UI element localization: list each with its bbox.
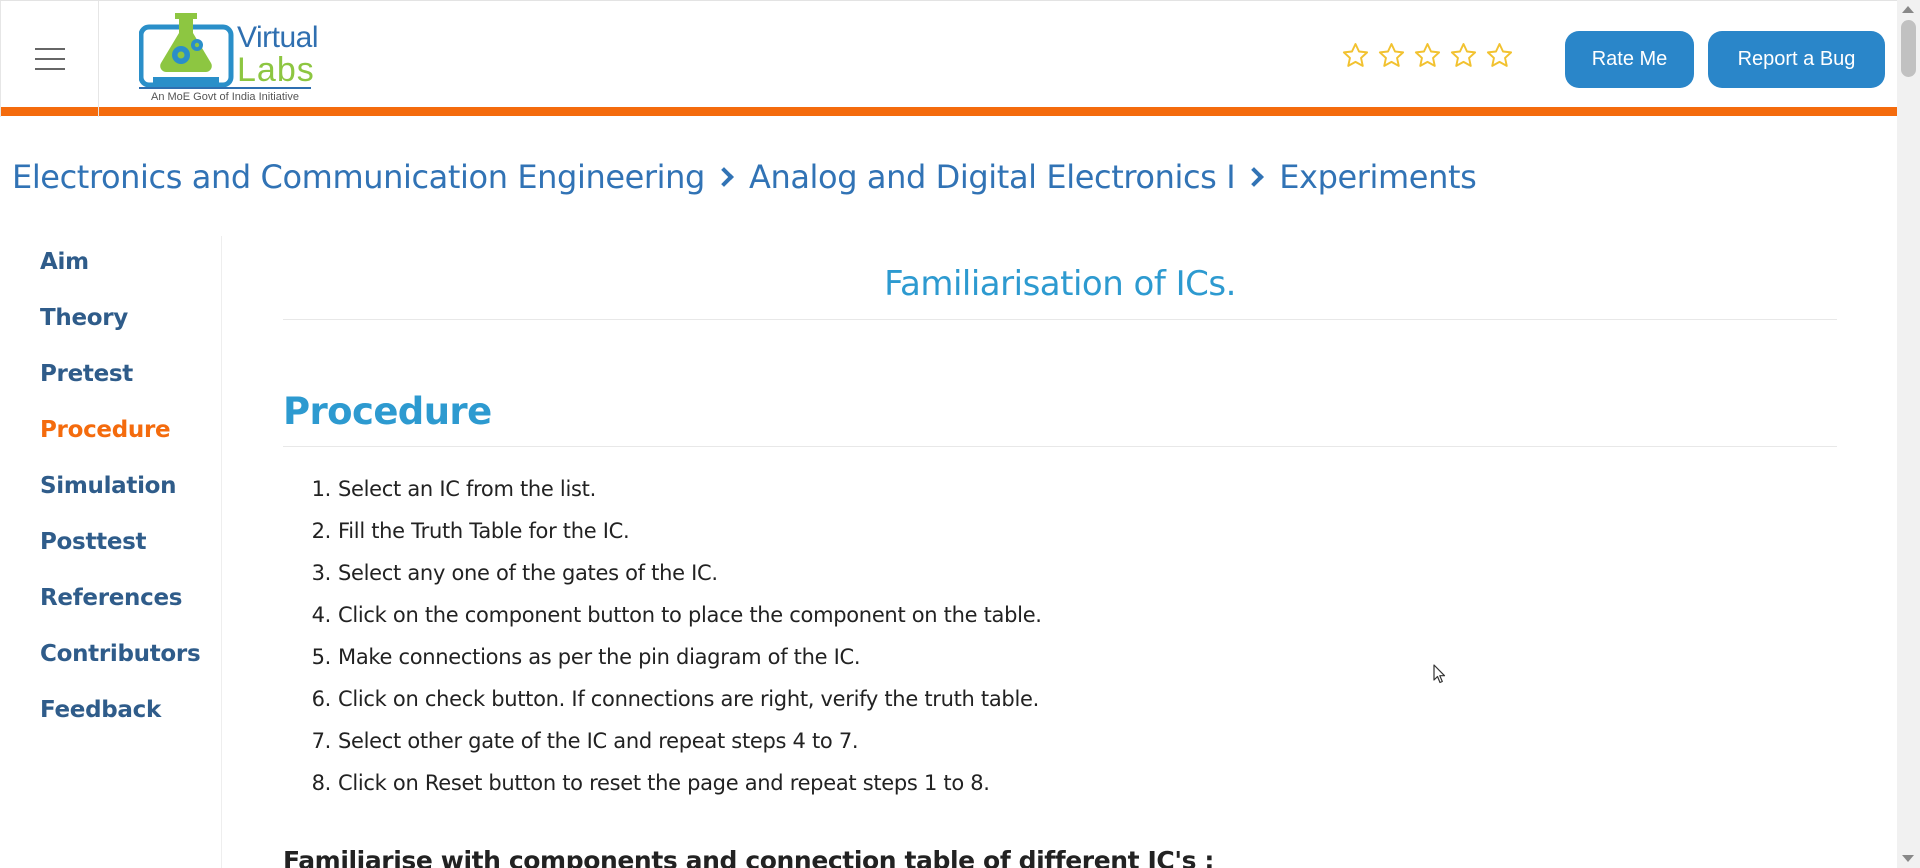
components-subheading: Familiarise with components and connecti… (283, 846, 1214, 868)
star-icon[interactable] (1377, 41, 1406, 70)
sidebar-item-references[interactable]: References (40, 572, 221, 628)
list-item: 7. Select other gate of the IC and repeat… (305, 720, 1042, 762)
breadcrumb: Electronics and Communication Engineerin… (12, 158, 1477, 196)
step-text: Select any one of the gates of the IC. (338, 561, 718, 585)
step-number: 3. (311, 561, 332, 585)
list-item: 4. Click on the component button to place… (305, 594, 1042, 636)
menu-bar-icon (34, 48, 65, 50)
step-number: 7. (311, 729, 332, 753)
step-number: 8. (311, 771, 332, 795)
chevron-right-icon (1244, 167, 1265, 187)
flask-gear-icon (139, 13, 234, 88)
page-scrollbar[interactable] (1897, 0, 1920, 868)
top-header: Virtual Labs An MoE Govt of India Initia… (0, 0, 1897, 117)
star-icon[interactable] (1341, 41, 1370, 70)
list-item: 2. Fill the Truth Table for the IC. (305, 510, 1042, 552)
hamburger-menu-button[interactable] (0, 1, 99, 117)
sidebar-item-aim[interactable]: Aim (40, 236, 221, 292)
breadcrumb-link[interactable]: Electronics and Communication Engineerin… (12, 158, 705, 196)
sidebar-item-contributors[interactable]: Contributors (40, 628, 221, 684)
list-item: 6. Click on check button. If connections … (305, 678, 1042, 720)
procedure-steps-list: 1. Select an IC from the list. 2. Fill the… (305, 468, 1042, 804)
step-text: Make connections as per the pin diagram … (338, 645, 861, 669)
breadcrumb-link[interactable]: Analog and Digital Electronics I (749, 158, 1236, 196)
step-number: 4. (311, 603, 332, 627)
breadcrumb-link[interactable]: Experiments (1279, 158, 1477, 196)
virtual-labs-logo[interactable]: Virtual Labs An MoE Govt of India Initia… (139, 11, 319, 107)
list-item: 1. Select an IC from the list. (305, 468, 1042, 510)
star-icon[interactable] (1413, 41, 1442, 70)
menu-bar-icon (34, 68, 65, 70)
step-number: 5. (311, 645, 332, 669)
step-text: Select other gate of the IC and repeat s… (338, 729, 859, 753)
step-text: Click on the component button to place t… (338, 603, 1042, 627)
list-item: 5. Make connections as per the pin diagra… (305, 636, 1042, 678)
sidebar-item-feedback[interactable]: Feedback (40, 684, 221, 740)
step-text: Fill the Truth Table for the IC. (338, 519, 630, 543)
report-bug-button[interactable]: Report a Bug (1708, 31, 1885, 88)
page-title: Familiarisation of ICs. (884, 264, 1236, 304)
step-number: 2. (311, 519, 332, 543)
rating-stars (1341, 41, 1514, 70)
list-item: 3. Select any one of the gates of the IC. (305, 552, 1042, 594)
sidebar-item-posttest[interactable]: Posttest (40, 516, 221, 572)
logo-word-labs: Labs (237, 51, 315, 89)
logo-tagline: An MoE Govt of India Initiative (151, 91, 299, 103)
step-text: Select an IC from the list. (338, 477, 596, 501)
rate-me-button[interactable]: Rate Me (1565, 31, 1694, 88)
section-heading: Procedure (283, 390, 492, 433)
step-number: 6. (311, 687, 332, 711)
star-icon[interactable] (1485, 41, 1514, 70)
list-item: 8. Click on Reset button to reset the pag… (305, 762, 1042, 804)
sidebar-item-pretest[interactable]: Pretest (40, 348, 221, 404)
experiment-sidebar: Aim Theory Pretest Procedure Simulation … (0, 236, 222, 868)
step-text: Click on Reset button to reset the page … (338, 771, 990, 795)
sidebar-item-procedure[interactable]: Procedure (40, 404, 221, 460)
logo-divider (139, 87, 311, 89)
title-divider (283, 319, 1837, 320)
mouse-cursor-icon (1433, 664, 1446, 684)
scroll-thumb[interactable] (1901, 20, 1916, 77)
chevron-right-icon (714, 167, 734, 187)
scroll-down-arrow-icon[interactable] (1902, 855, 1914, 862)
sidebar-item-theory[interactable]: Theory (40, 292, 221, 348)
section-divider (283, 446, 1837, 447)
step-text: Click on check button. If connections ar… (338, 687, 1039, 711)
sidebar-item-simulation[interactable]: Simulation (40, 460, 221, 516)
scroll-up-arrow-icon[interactable] (1902, 6, 1914, 13)
star-icon[interactable] (1449, 41, 1478, 70)
step-number: 1. (311, 477, 332, 501)
logo-word-virtual: Virtual (237, 21, 319, 54)
menu-bar-icon (34, 58, 65, 60)
main-content: Familiarisation of ICs. Procedure 1. Sele… (283, 236, 1837, 868)
